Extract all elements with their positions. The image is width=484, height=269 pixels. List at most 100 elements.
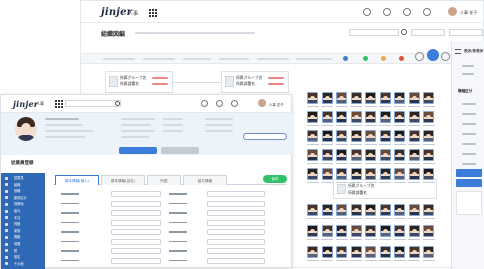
employee-photo[interactable] bbox=[307, 204, 318, 216]
nav-item[interactable]: 雇用区分 bbox=[1, 195, 45, 202]
nav-item[interactable]: 役職 bbox=[1, 188, 45, 195]
menu-icon[interactable] bbox=[455, 49, 461, 54]
nav-item[interactable]: 手当 bbox=[1, 215, 45, 222]
save-button[interactable]: 保存 bbox=[263, 175, 287, 183]
employee-photo[interactable] bbox=[350, 204, 362, 216]
form-field[interactable] bbox=[111, 200, 161, 207]
nav-item[interactable]: 給与 bbox=[1, 208, 45, 215]
search-icon[interactable] bbox=[115, 101, 120, 106]
employee-photo[interactable] bbox=[408, 204, 420, 216]
employee-photo[interactable] bbox=[408, 92, 420, 104]
nav-item[interactable]: 税 bbox=[1, 248, 45, 255]
nav-item[interactable]: 異動 bbox=[1, 234, 45, 241]
employee-photo[interactable] bbox=[423, 246, 434, 258]
home-icon[interactable] bbox=[201, 100, 208, 107]
employee-photo[interactable] bbox=[379, 225, 391, 237]
employee-photo[interactable] bbox=[379, 168, 391, 180]
employee-photo[interactable] bbox=[379, 130, 391, 142]
employee-photo[interactable] bbox=[365, 92, 376, 104]
employee-photo[interactable] bbox=[423, 111, 434, 123]
employee-photo[interactable] bbox=[321, 92, 333, 104]
employee-photo[interactable] bbox=[365, 130, 376, 142]
employee-photo[interactable] bbox=[350, 111, 362, 123]
employee-photo[interactable] bbox=[336, 225, 347, 237]
search-icon[interactable] bbox=[383, 8, 391, 16]
form-field[interactable] bbox=[207, 219, 265, 226]
employee-photo[interactable] bbox=[307, 225, 318, 237]
employee-photo[interactable] bbox=[423, 204, 434, 216]
form-field[interactable] bbox=[111, 238, 161, 245]
employee-photo[interactable] bbox=[336, 204, 347, 216]
employee-photo[interactable] bbox=[350, 168, 362, 180]
employee-photo[interactable] bbox=[321, 149, 333, 161]
panel-blue-button[interactable] bbox=[456, 169, 482, 177]
employee-photo[interactable] bbox=[350, 149, 362, 161]
avatar[interactable] bbox=[258, 99, 266, 107]
employee-photo[interactable] bbox=[379, 111, 391, 123]
form-field[interactable] bbox=[111, 248, 161, 254]
employee-photo[interactable] bbox=[408, 111, 420, 123]
employee-photo[interactable] bbox=[394, 225, 405, 237]
avatar[interactable] bbox=[448, 7, 457, 16]
form-field[interactable] bbox=[111, 191, 161, 197]
employee-photo[interactable] bbox=[365, 149, 376, 161]
form-field[interactable] bbox=[111, 210, 161, 216]
employee-photo[interactable] bbox=[365, 111, 376, 123]
user-name[interactable]: 人事 花子 bbox=[269, 102, 284, 107]
employee-photo[interactable] bbox=[423, 149, 434, 161]
filter-5[interactable] bbox=[257, 58, 289, 60]
nav-item[interactable]: 家族 bbox=[1, 228, 45, 235]
tab-basic-company[interactable]: 基本情報(会社) bbox=[101, 175, 145, 185]
employee-photo[interactable] bbox=[350, 130, 362, 142]
form-field[interactable] bbox=[207, 229, 265, 235]
filter-3[interactable] bbox=[183, 58, 211, 60]
employee-photo[interactable] bbox=[394, 204, 405, 216]
nav-item[interactable]: 従業員 bbox=[1, 175, 45, 182]
employee-photo[interactable] bbox=[307, 168, 318, 180]
nav-item[interactable]: 組織 bbox=[1, 182, 45, 189]
employee-photo[interactable] bbox=[423, 130, 434, 142]
employee-photo[interactable] bbox=[365, 225, 376, 237]
employee-photo[interactable] bbox=[408, 149, 420, 161]
search-icon[interactable] bbox=[401, 29, 407, 35]
home-icon[interactable] bbox=[363, 8, 371, 16]
profile-photo[interactable] bbox=[15, 117, 37, 141]
form-field[interactable] bbox=[207, 248, 265, 254]
employee-photo[interactable] bbox=[321, 130, 333, 142]
employee-photo[interactable] bbox=[321, 111, 333, 123]
employee-photo[interactable] bbox=[394, 92, 405, 104]
org-card[interactable]: 所属グループ名 所属部署名 bbox=[221, 71, 289, 93]
employee-photo[interactable] bbox=[336, 92, 347, 104]
employee-photo[interactable] bbox=[336, 168, 347, 180]
employee-photo[interactable] bbox=[423, 168, 434, 180]
employee-photo[interactable] bbox=[394, 130, 405, 142]
employee-photo[interactable] bbox=[408, 246, 420, 258]
employee-photo[interactable] bbox=[321, 168, 333, 180]
employee-photo[interactable] bbox=[365, 168, 376, 180]
employee-photo[interactable] bbox=[394, 246, 405, 258]
form-field[interactable] bbox=[111, 257, 161, 264]
org-card[interactable]: 所属グループ名 所属部署名 bbox=[105, 71, 173, 93]
filter-6[interactable] bbox=[296, 58, 332, 60]
employee-photo[interactable] bbox=[394, 149, 405, 161]
employee-photo[interactable] bbox=[336, 149, 347, 161]
group-search-input[interactable] bbox=[349, 29, 399, 36]
filter-2[interactable] bbox=[143, 58, 175, 60]
employee-photo[interactable] bbox=[379, 92, 391, 104]
form-field[interactable] bbox=[111, 229, 161, 235]
employee-photo[interactable] bbox=[423, 225, 434, 237]
employee-photo[interactable] bbox=[423, 92, 434, 104]
employee-photo[interactable] bbox=[365, 246, 376, 258]
employee-photo[interactable] bbox=[336, 111, 347, 123]
employee-photo[interactable] bbox=[307, 130, 318, 142]
employee-photo[interactable] bbox=[350, 246, 362, 258]
zoom-out-button[interactable] bbox=[441, 52, 450, 61]
employee-photo[interactable] bbox=[307, 246, 318, 258]
apps-grid-icon[interactable] bbox=[149, 9, 157, 17]
apps-grid-icon[interactable] bbox=[55, 100, 63, 108]
employee-photo[interactable] bbox=[408, 225, 420, 237]
form-field[interactable] bbox=[207, 257, 265, 264]
employee-photo[interactable] bbox=[408, 168, 420, 180]
employee-photo[interactable] bbox=[350, 92, 362, 104]
employee-photo[interactable] bbox=[350, 225, 362, 237]
